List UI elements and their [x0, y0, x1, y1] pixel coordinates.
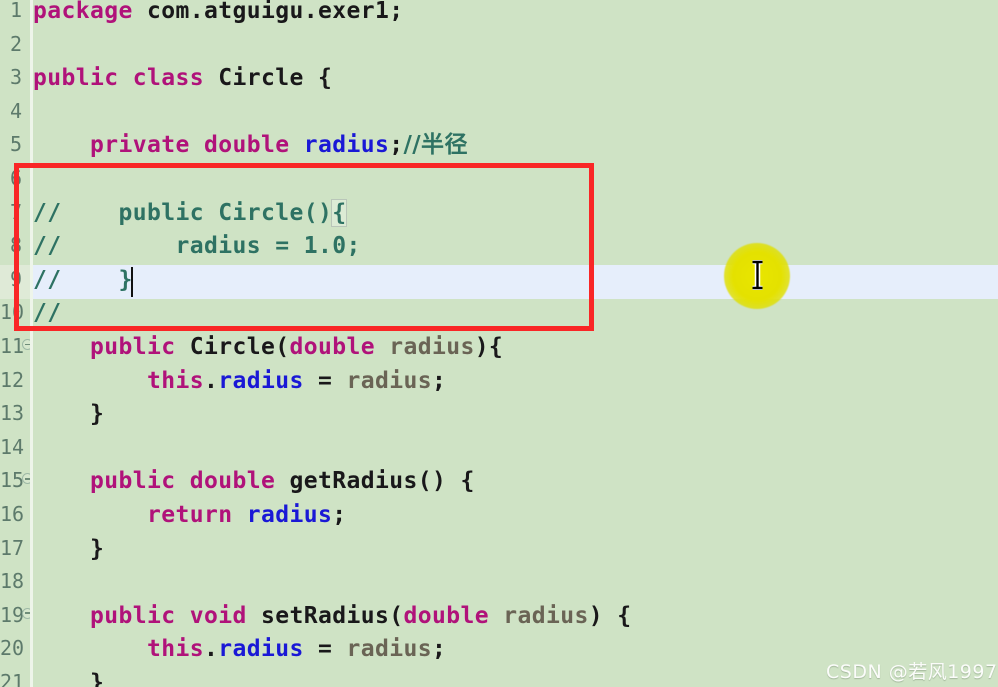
line-number: 17	[0, 535, 25, 560]
csdn-watermark: CSDN @若风1997	[826, 661, 998, 683]
line-number: 11	[0, 334, 25, 358]
code-editor-screen: 1 2 3 4 5 6 7 8 9 10 11 12 13 14 15 16 17 18 19 20 21 packag…	[0, 0, 998, 687]
code-line[interactable]: this.radius = radius;	[33, 366, 446, 396]
code-line[interactable]: }	[33, 668, 104, 687]
code-line[interactable]: public double getRadius() {	[33, 466, 475, 496]
code-line[interactable]: // radius = 1.0;	[33, 231, 361, 261]
comment-token: //	[33, 300, 62, 327]
code-line[interactable]: //	[33, 298, 62, 328]
line-number: 15	[0, 468, 25, 493]
comment-token: // }	[33, 266, 133, 293]
code-line[interactable]: return radius;	[33, 500, 346, 530]
line-number: 18	[0, 569, 25, 594]
line-number: 20	[0, 636, 25, 661]
code-line[interactable]: // }	[33, 265, 133, 295]
code-line[interactable]: this.radius = radius;	[33, 634, 446, 664]
comment-token: // public Circle(){	[33, 198, 348, 227]
code-line[interactable]: public class Circle {	[33, 63, 332, 93]
line-number: 2	[9, 31, 22, 56]
code-line[interactable]: package com.atguigu.exer1;	[33, 0, 403, 26]
code-line[interactable]: public void setRadius(double radius) {	[33, 601, 631, 631]
code-line[interactable]: }	[33, 399, 104, 429]
line-number: 19	[0, 602, 25, 627]
line-number: 8	[9, 233, 22, 258]
line-number: 14	[0, 434, 25, 459]
text-caret	[130, 266, 133, 297]
current-line-highlight	[0, 264, 998, 299]
text-ibeam-cursor-icon	[749, 258, 766, 292]
line-number: 5	[9, 132, 22, 157]
comment-token: // radius = 1.0;	[33, 233, 361, 260]
line-number: 10	[0, 300, 25, 325]
matching-brace-highlight: {	[331, 198, 348, 227]
line-number: 1	[9, 0, 22, 22]
line-number: 13	[0, 401, 25, 426]
line-number: 9	[9, 266, 22, 291]
line-number: 7	[9, 199, 22, 224]
line-number: 6	[9, 166, 22, 190]
line-number-gutter[interactable]: 1 2 3 4 5 6 7 8 9 10 11 12 13 14 15 16 17 18 19 20 21	[0, 0, 33, 687]
line-number: 12	[0, 367, 25, 392]
code-line[interactable]: }	[33, 534, 104, 564]
line-number: 4	[9, 98, 22, 123]
line-number: 21	[0, 670, 25, 687]
code-line[interactable]: private double radius;//半径	[33, 130, 468, 160]
code-line[interactable]: // public Circle(){	[33, 198, 348, 228]
comment-token: //半径	[403, 132, 468, 159]
line-number: 3	[9, 65, 22, 90]
line-number: 16	[0, 502, 25, 526]
code-line[interactable]: public Circle(double radius){	[33, 332, 503, 362]
